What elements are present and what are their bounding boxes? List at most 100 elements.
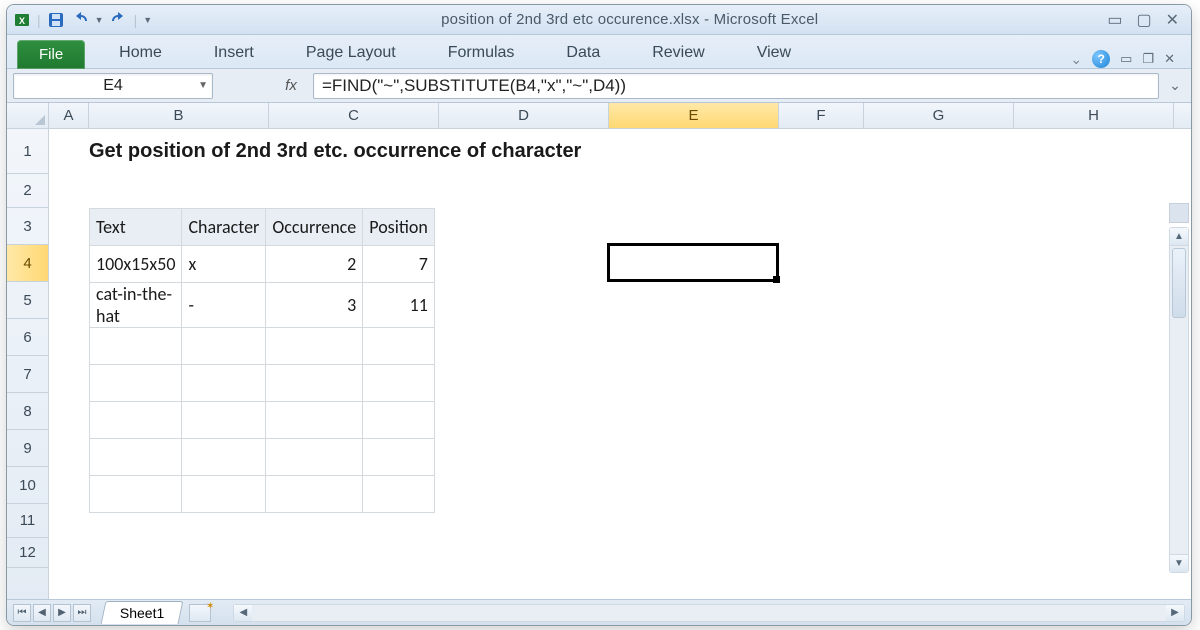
ribbon-tab-page-layout[interactable]: Page Layout: [302, 38, 400, 68]
table-cell[interactable]: [363, 402, 435, 439]
col-header-E[interactable]: E: [609, 103, 779, 128]
table-cell[interactable]: [363, 365, 435, 402]
file-tab[interactable]: File: [17, 40, 85, 69]
scroll-down-icon[interactable]: ▼: [1170, 554, 1188, 572]
ribbon-tab-data[interactable]: Data: [562, 38, 604, 68]
table-cell[interactable]: [90, 328, 182, 365]
col-header-A[interactable]: A: [49, 103, 89, 128]
col-header-B[interactable]: B: [89, 103, 269, 128]
table-cell[interactable]: [182, 402, 266, 439]
table-cell[interactable]: [363, 476, 435, 513]
tab-next-icon[interactable]: ▶: [53, 604, 71, 622]
table-cell[interactable]: [182, 439, 266, 476]
table-cell[interactable]: [90, 439, 182, 476]
table-header[interactable]: Position: [363, 209, 435, 246]
row-header-7[interactable]: 7: [7, 356, 48, 393]
tab-first-icon[interactable]: ⏮: [13, 604, 31, 622]
table-cell[interactable]: cat-in-the-hat: [90, 283, 182, 328]
ribbon-tab-view[interactable]: View: [753, 38, 795, 68]
sheet-tab[interactable]: Sheet1: [101, 601, 184, 624]
table-cell[interactable]: x: [182, 246, 266, 283]
table-cell[interactable]: [266, 365, 363, 402]
formula-expand-icon[interactable]: ⌄: [1165, 77, 1185, 94]
row-header-1[interactable]: 1: [7, 129, 48, 174]
row-header-11[interactable]: 11: [7, 504, 48, 538]
table-cell[interactable]: [90, 365, 182, 402]
table-cell[interactable]: [182, 365, 266, 402]
close-icon[interactable]: ✕: [1166, 10, 1179, 30]
save-icon[interactable]: [47, 11, 65, 29]
table-header[interactable]: Character: [182, 209, 266, 246]
tab-prev-icon[interactable]: ◀: [33, 604, 51, 622]
window-min-icon[interactable]: ▭: [1120, 51, 1132, 67]
tab-nav: ⏮ ◀ ▶ ⏭: [13, 604, 91, 622]
tab-last-icon[interactable]: ⏭: [73, 604, 91, 622]
table-cell[interactable]: [182, 476, 266, 513]
scroll-up-icon[interactable]: ▲: [1170, 228, 1188, 246]
app-window: X | ▼ | ▼ position of 2nd 3rd etc occure…: [6, 4, 1192, 626]
select-all-corner[interactable]: [7, 103, 49, 129]
fx-icon[interactable]: fx: [275, 73, 307, 99]
table-cell[interactable]: [182, 328, 266, 365]
row-header-12[interactable]: 12: [7, 538, 48, 568]
ribbon-tab-home[interactable]: Home: [115, 38, 166, 68]
table-cell[interactable]: -: [182, 283, 266, 328]
svg-text:X: X: [19, 16, 25, 26]
undo-dropdown-icon[interactable]: ▼: [95, 15, 104, 25]
table-cell[interactable]: 11: [363, 283, 435, 328]
title-bar: X | ▼ | ▼ position of 2nd 3rd etc occure…: [7, 5, 1191, 35]
help-icon[interactable]: ?: [1092, 50, 1110, 68]
table-cell[interactable]: 3: [266, 283, 363, 328]
col-header-H[interactable]: H: [1014, 103, 1174, 128]
minimize-icon[interactable]: ▭: [1107, 10, 1122, 30]
horizontal-scrollbar[interactable]: ◀ ▶: [233, 604, 1185, 622]
row-header-4[interactable]: 4: [7, 245, 48, 282]
table-cell[interactable]: [266, 439, 363, 476]
name-box-dropdown-icon[interactable]: ▼: [198, 80, 208, 91]
ribbon-minimize-icon[interactable]: ⌄: [1070, 51, 1082, 68]
ribbon-tab-insert[interactable]: Insert: [210, 38, 258, 68]
row-header-10[interactable]: 10: [7, 467, 48, 504]
table-cell[interactable]: [363, 439, 435, 476]
col-header-G[interactable]: G: [864, 103, 1014, 128]
row-header-9[interactable]: 9: [7, 430, 48, 467]
table-cell[interactable]: [266, 402, 363, 439]
row-header-8[interactable]: 8: [7, 393, 48, 430]
table-header[interactable]: Text: [90, 209, 182, 246]
split-box[interactable]: [1169, 203, 1189, 223]
redo-icon[interactable]: [110, 11, 128, 29]
window-restore-icon[interactable]: ❐: [1142, 51, 1154, 67]
ribbon-tab-formulas[interactable]: Formulas: [444, 38, 519, 68]
table-cell[interactable]: 7: [363, 246, 435, 283]
table-header[interactable]: Occurrence: [266, 209, 363, 246]
col-header-F[interactable]: F: [779, 103, 864, 128]
hscroll-right-icon[interactable]: ▶: [1166, 605, 1184, 621]
cells-area[interactable]: Get position of 2nd 3rd etc. occurrence …: [49, 129, 1191, 599]
table-cell[interactable]: [266, 476, 363, 513]
row-header-3[interactable]: 3: [7, 208, 48, 245]
window-title: position of 2nd 3rd etc occurence.xlsx -…: [152, 11, 1107, 28]
sheet-tab-strip: ⏮ ◀ ▶ ⏭ Sheet1 ◀ ▶: [7, 599, 1191, 625]
col-header-D[interactable]: D: [439, 103, 609, 128]
table-cell[interactable]: 100x15x50: [90, 246, 182, 283]
table-cell[interactable]: [266, 328, 363, 365]
table-cell[interactable]: [90, 402, 182, 439]
hscroll-left-icon[interactable]: ◀: [234, 605, 252, 621]
row-header-6[interactable]: 6: [7, 319, 48, 356]
row-header-2[interactable]: 2: [7, 174, 48, 208]
ribbon-tab-review[interactable]: Review: [648, 38, 708, 68]
name-box[interactable]: E4 ▼: [13, 73, 213, 99]
table-cell[interactable]: 2: [266, 246, 363, 283]
formula-input[interactable]: =FIND("~",SUBSTITUTE(B4,"x","~",D4)): [313, 73, 1159, 99]
row-header-5[interactable]: 5: [7, 282, 48, 319]
undo-icon[interactable]: [71, 11, 89, 29]
scroll-thumb[interactable]: [1172, 248, 1186, 318]
table-cell[interactable]: [363, 328, 435, 365]
new-sheet-icon[interactable]: [189, 604, 211, 622]
qat-customize-icon[interactable]: ▼: [143, 15, 152, 25]
table-cell[interactable]: [90, 476, 182, 513]
maximize-icon[interactable]: ▢: [1136, 10, 1151, 30]
vertical-scrollbar[interactable]: ▲ ▼: [1169, 227, 1189, 573]
window-close-icon[interactable]: ✕: [1164, 51, 1175, 67]
col-header-C[interactable]: C: [269, 103, 439, 128]
